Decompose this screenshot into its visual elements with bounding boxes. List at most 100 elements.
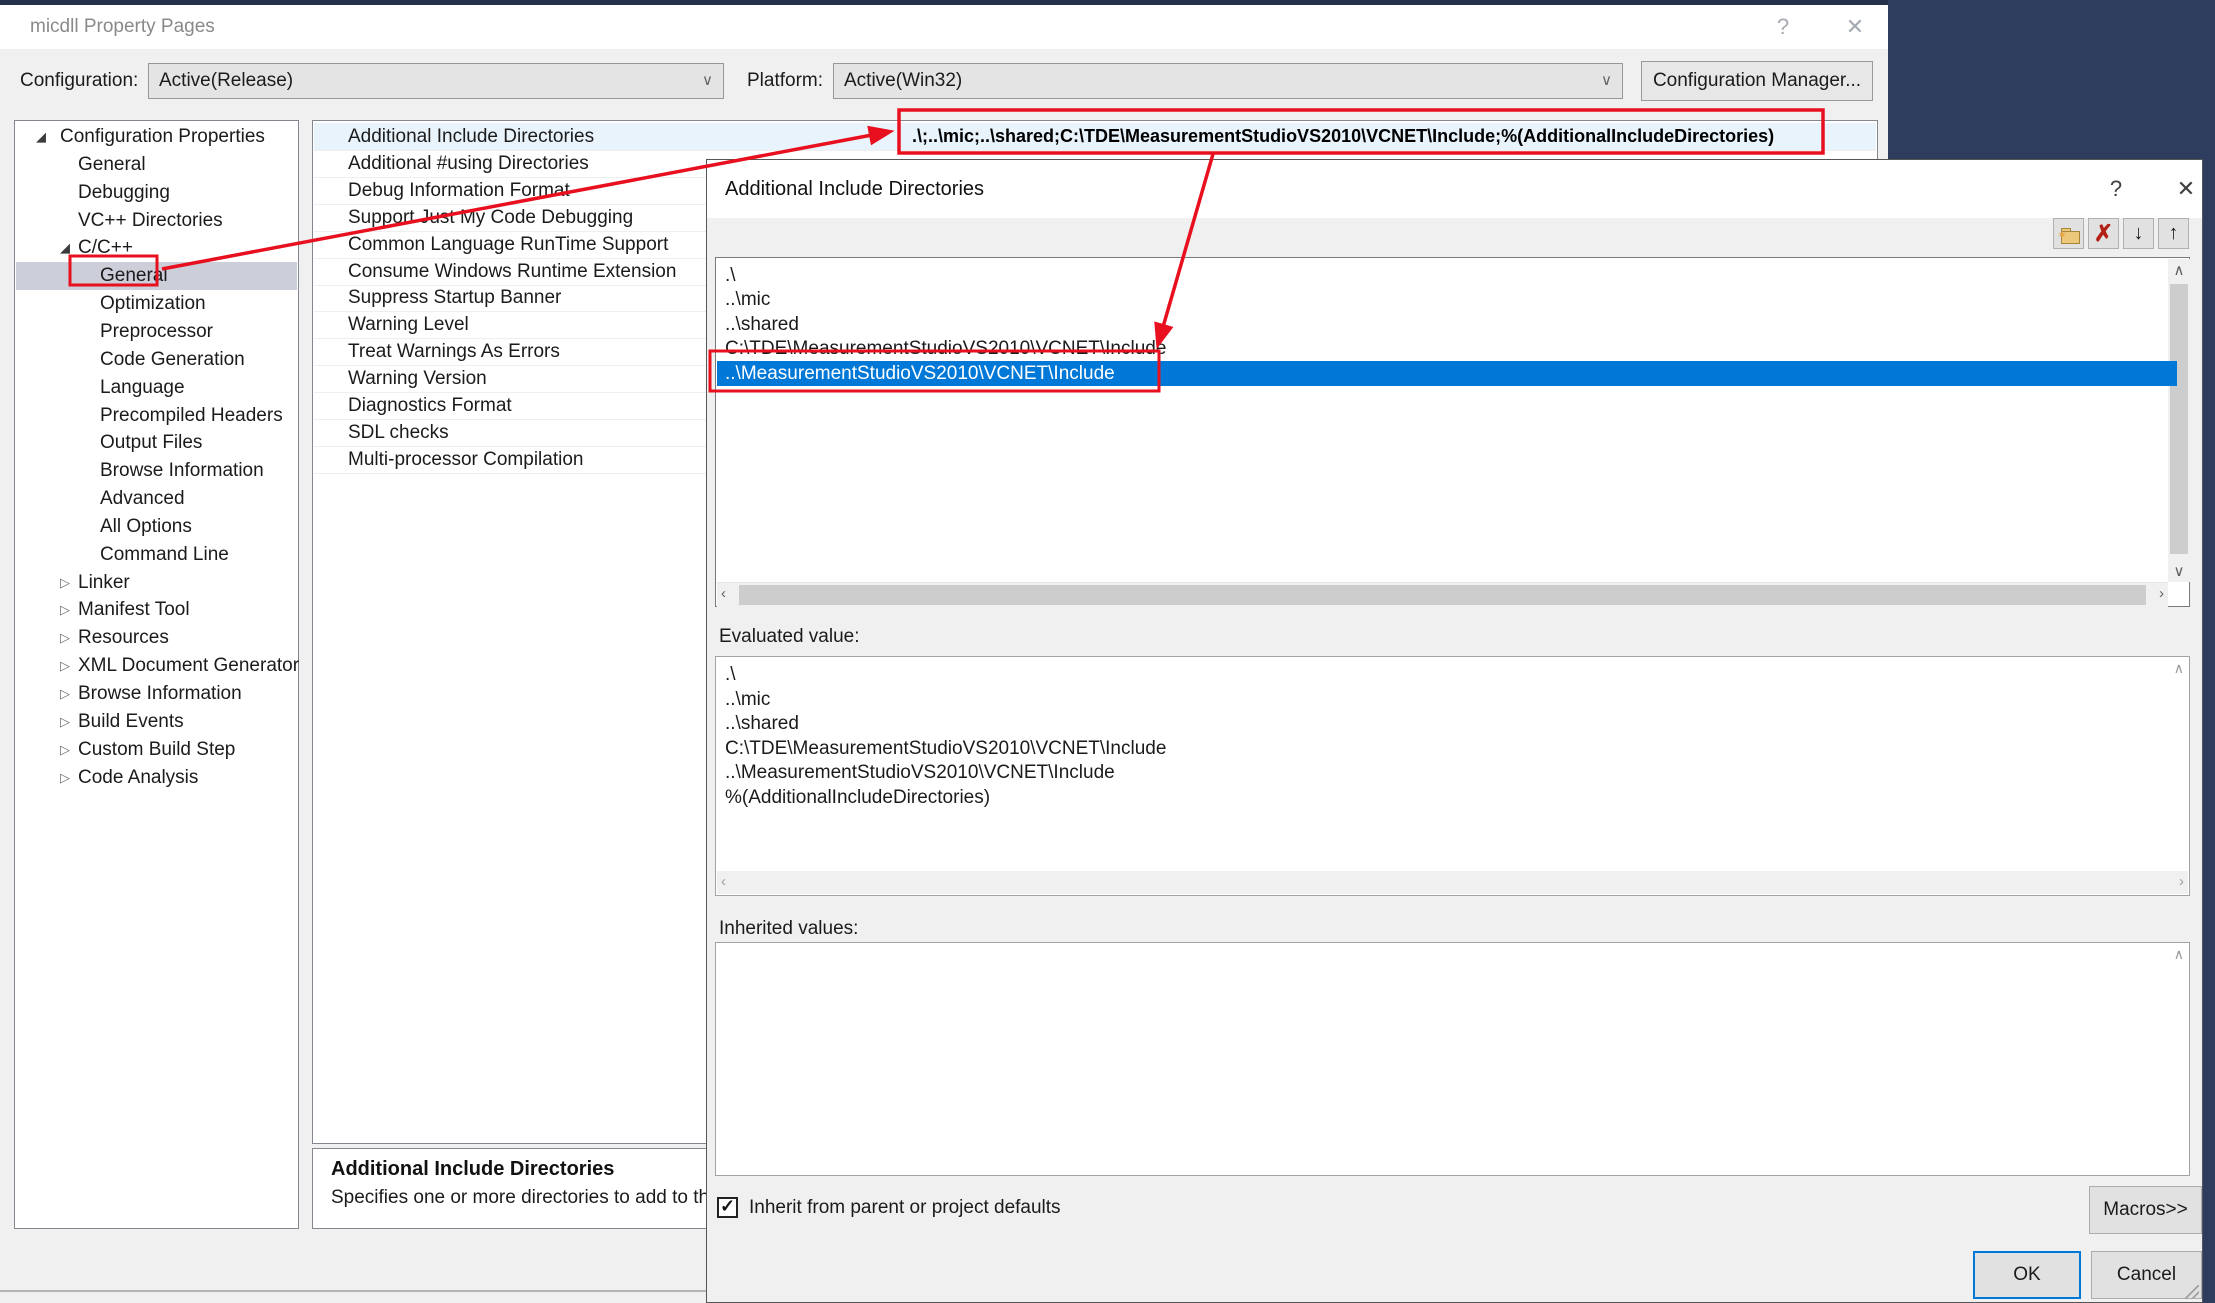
tree-item-label: Preprocessor [100,318,213,346]
chevron-down-icon: ∨ [1601,64,1612,98]
tree-item-label: Custom Build Step [78,736,235,764]
tree-item-general[interactable]: General [16,151,297,179]
configuration-dropdown[interactable]: Active(Release) ∨ [148,63,724,99]
help-button[interactable]: ? [1766,5,1800,49]
dialog-help-button[interactable]: ? [2099,160,2133,218]
tree-expanded-icon[interactable]: ◢ [36,123,46,151]
tree-item-label: Linker [78,569,130,597]
dialog-close-button[interactable]: ✕ [2169,160,2203,218]
scroll-left-icon[interactable]: ‹ [721,585,726,602]
tree-item-preprocessor[interactable]: Preprocessor [16,318,297,346]
list-item-measurementstudiovs2010-vcnet-include[interactable]: ..\MeasurementStudioVS2010\VCNET\Include [717,361,2177,386]
tree-item-browse-information[interactable]: Browse Information [16,457,297,485]
tree-item-general[interactable]: General [16,262,297,290]
dialog-titlebar[interactable]: Additional Include Directories ? ✕ [707,160,2202,218]
tree-item-label: Command Line [100,541,229,569]
grid-row-label: Warning Version [348,365,487,392]
horizontal-scrollbar[interactable]: ‹ › [717,582,2168,607]
scrollbar-thumb[interactable] [739,585,2146,605]
grid-row-label: Multi-processor Compilation [348,446,583,473]
grid-row-additional-include-directories[interactable]: Additional Include Directories .\;..\mic;… [314,123,1876,151]
tree-item-label: All Options [100,513,192,541]
configuration-value: Active(Release) [159,70,293,91]
tree-item-label: Configuration Properties [60,123,265,151]
scroll-up-icon[interactable]: ∧ [2174,660,2184,677]
configuration-manager-button[interactable]: Configuration Manager... [1641,61,1873,101]
tree-item-browse-information[interactable]: ▷ Browse Information [16,680,297,708]
tree-item-command-line[interactable]: Command Line [16,541,297,569]
inherit-checkbox[interactable]: ✓ [717,1197,738,1218]
tree-collapsed-icon[interactable]: ▷ [60,652,70,680]
tree-item-resources[interactable]: ▷ Resources [16,624,297,652]
platform-dropdown[interactable]: Active(Win32) ∨ [833,63,1623,99]
include-directories-list[interactable]: ∧ ∨ ‹ › .\..\mic..\sharedC:\TDE\Measurem… [715,257,2190,607]
tree-collapsed-icon[interactable]: ▷ [60,596,70,624]
tree-collapsed-icon[interactable]: ▷ [60,680,70,708]
tree-item-label: General [100,262,168,290]
scroll-up-icon[interactable]: ∧ [2174,946,2184,963]
tree-item-configuration-properties[interactable]: ◢ Configuration Properties [16,123,297,151]
scroll-down-icon[interactable]: ∨ [2168,562,2190,580]
scroll-right-icon[interactable]: › [2159,585,2164,602]
scroll-left-icon[interactable]: ‹ [721,873,726,890]
move-up-button[interactable]: ↑ [2158,218,2189,249]
evaluated-line: ..\MeasurementStudioVS2010\VCNET\Include [725,760,1115,785]
grid-value-additional-include-directories[interactable]: .\;..\mic;..\shared;C:\TDE\MeasurementSt… [912,123,1774,150]
tree-collapsed-icon[interactable]: ▷ [60,624,70,652]
move-down-button[interactable]: ↓ [2123,218,2154,249]
grid-row-label: Common Language RunTime Support [348,231,668,258]
ok-button[interactable]: OK [1973,1251,2081,1299]
inherited-values-box[interactable]: ∧ [715,942,2190,1176]
grid-row-label: Warning Level [348,311,469,338]
evaluated-line: .\ [725,662,736,687]
tree-item-label: Resources [78,624,169,652]
inherit-checkbox-label: Inherit from parent or project defaults [749,1196,1061,1220]
config-tree: ◢Configuration PropertiesGeneralDebuggin… [14,120,299,1229]
grid-row-label: SDL checks [348,419,449,446]
grid-row-label: Additional Include Directories [348,123,594,150]
grid-row-label: Consume Windows Runtime Extension [348,258,676,285]
resize-grip[interactable] [2185,1285,2199,1299]
delete-line-button[interactable]: ✗ [2088,218,2119,249]
tree-collapsed-icon[interactable]: ▷ [60,569,70,597]
tree-collapsed-icon[interactable]: ▷ [60,708,70,736]
tree-item-vc-directories[interactable]: VC++ Directories [16,207,297,235]
tree-item-debugging[interactable]: Debugging [16,179,297,207]
tree-expanded-icon[interactable]: ◢ [60,234,70,262]
close-button[interactable]: ✕ [1838,5,1872,49]
tree-item-all-options[interactable]: All Options [16,513,297,541]
tree-item-manifest-tool[interactable]: ▷Manifest Tool [16,596,297,624]
delete-icon: ✗ [2094,220,2113,246]
tree-item-code-analysis[interactable]: ▷Code Analysis [16,764,297,792]
tree-item-build-events[interactable]: ▷Build Events [16,708,297,736]
list-item-c-tde-measurementstudiovs2010-vcnet-include[interactable]: C:\TDE\MeasurementStudioVS2010\VCNET\Inc… [717,336,2177,361]
tree-item-language[interactable]: Language [16,374,297,402]
scroll-right-icon[interactable]: › [2179,873,2184,890]
tree-item-advanced[interactable]: Advanced [16,485,297,513]
macros-button[interactable]: Macros>> [2089,1186,2202,1234]
list-item-mic[interactable]: ..\mic [717,287,2177,312]
tree-item-code-generation[interactable]: Code Generation [16,346,297,374]
list-item-[interactable]: .\ [717,263,2177,288]
tree-collapsed-icon[interactable]: ▷ [60,736,70,764]
tree-collapsed-icon[interactable]: ▷ [60,764,70,792]
tree-item-label: Precompiled Headers [100,402,283,430]
tree-item-output-files[interactable]: Output Files [16,429,297,457]
tree-item-precompiled-headers[interactable]: Precompiled Headers [16,402,297,430]
horizontal-scrollbar[interactable]: ‹ › [717,871,2188,894]
additional-include-directories-dialog: Additional Include Directories ? ✕ ✶ ✗ ↓… [706,159,2203,1303]
tree-item-xml-document-generator[interactable]: ▷XML Document Generator [16,652,297,680]
tree-item-label: Browse Information [78,680,242,708]
tree-item-custom-build-step[interactable]: ▷ Custom Build Step [16,736,297,764]
description-title: Additional Include Directories [331,1158,614,1181]
tree-item-c-c[interactable]: ◢C/C++ [16,234,297,262]
tree-item-label: Code Generation [100,346,245,374]
tree-item-label: VC++ Directories [78,207,223,235]
window-titlebar[interactable]: micdll Property Pages ? ✕ [0,5,1888,49]
tree-item-linker[interactable]: ▷ Linker [16,569,297,597]
tree-item-optimization[interactable]: Optimization [16,290,297,318]
checkmark-icon: ✓ [720,1196,735,1217]
grid-row-label: Treat Warnings As Errors [348,338,560,365]
list-item-shared[interactable]: ..\shared [717,312,2177,337]
new-line-button[interactable]: ✶ [2053,218,2084,249]
